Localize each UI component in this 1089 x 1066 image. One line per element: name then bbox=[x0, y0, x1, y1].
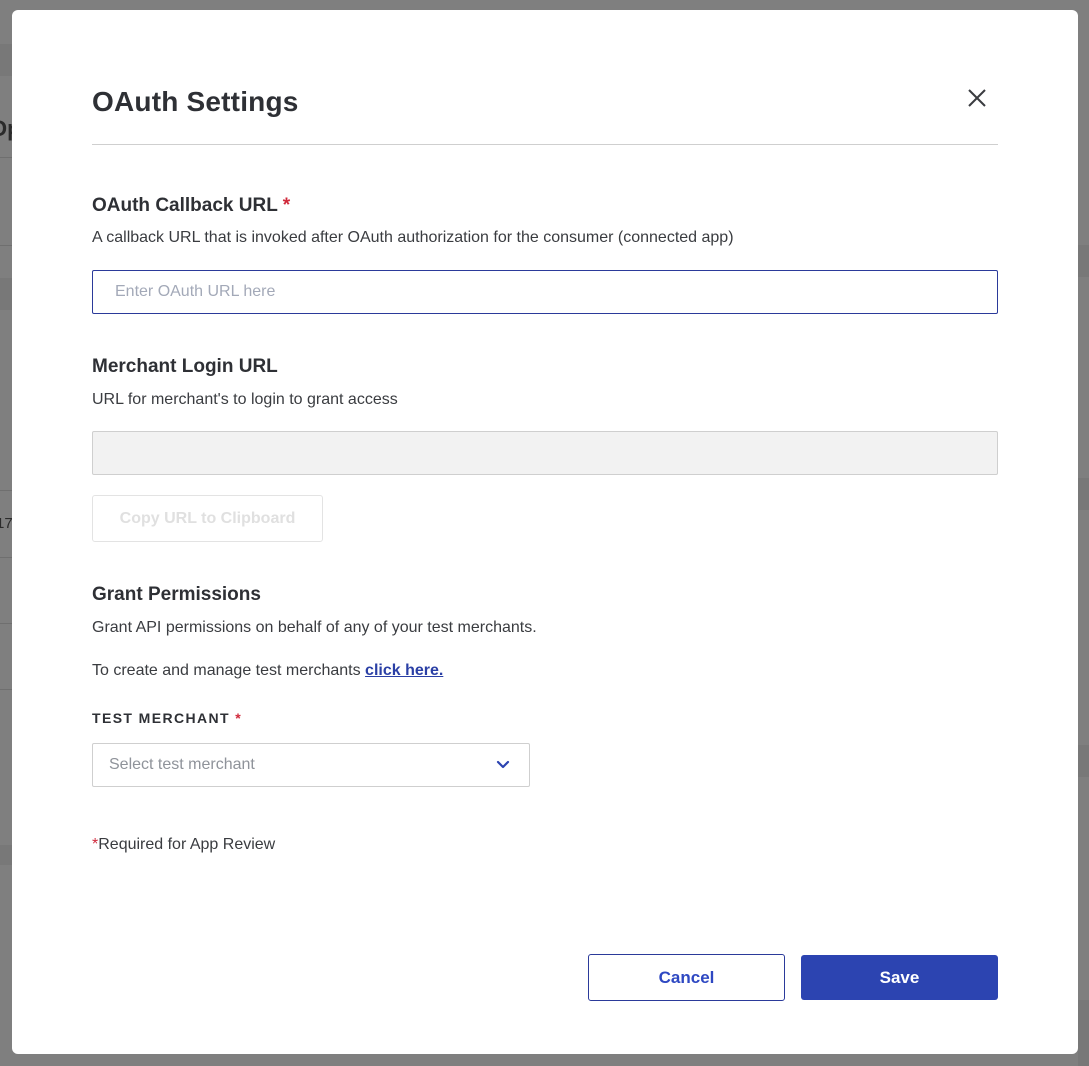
close-icon bbox=[968, 89, 986, 107]
bg-band bbox=[1078, 245, 1089, 277]
bg-divider bbox=[0, 490, 12, 491]
oauth-callback-url-input[interactable] bbox=[92, 270, 998, 314]
manage-test-merchants-link[interactable]: click here. bbox=[365, 662, 443, 679]
required-marker: * bbox=[282, 195, 291, 216]
bg-divider bbox=[0, 245, 12, 246]
bg-band bbox=[0, 278, 12, 310]
merchant-login-url-field bbox=[92, 431, 998, 475]
bg-band bbox=[0, 44, 12, 76]
merchant-login-url-heading: Merchant Login URL bbox=[92, 356, 278, 377]
bg-divider bbox=[0, 157, 12, 158]
select-placeholder: Select test merchant bbox=[109, 756, 255, 773]
bg-band bbox=[0, 845, 12, 865]
callback-url-heading-text: OAuth Callback URL bbox=[92, 195, 278, 216]
bg-divider bbox=[0, 689, 12, 690]
oauth-settings-modal: OAuth Settings OAuth Callback URL * A ca… bbox=[12, 10, 1078, 1054]
bg-divider bbox=[0, 623, 12, 624]
copy-url-button[interactable]: Copy URL to Clipboard bbox=[92, 495, 323, 542]
test-merchant-label-text: TEST MERCHANT bbox=[92, 710, 230, 726]
title-divider bbox=[92, 144, 998, 145]
manage-test-merchants-label: To create and manage test merchants bbox=[92, 662, 366, 679]
callback-url-heading: OAuth Callback URL * bbox=[92, 195, 290, 217]
bg-divider bbox=[0, 557, 12, 558]
required-note: *Required for App Review bbox=[92, 836, 275, 854]
close-button[interactable] bbox=[963, 84, 991, 112]
save-button[interactable]: Save bbox=[801, 955, 998, 1000]
bg-band bbox=[1078, 745, 1089, 777]
merchant-login-url-description: URL for merchant's to login to grant acc… bbox=[92, 391, 398, 408]
bg-band bbox=[1078, 1000, 1089, 1066]
grant-permissions-heading: Grant Permissions bbox=[92, 584, 261, 605]
callback-url-description: A callback URL that is invoked after OAu… bbox=[92, 229, 734, 246]
manage-test-merchants-text: To create and manage test merchants clic… bbox=[92, 662, 443, 680]
bg-partial-cell: 17 bbox=[0, 515, 13, 532]
cancel-button[interactable]: Cancel bbox=[588, 954, 785, 1001]
chevron-down-icon bbox=[496, 760, 510, 769]
required-marker: * bbox=[235, 710, 243, 726]
test-merchant-select[interactable]: Select test merchant bbox=[92, 743, 530, 787]
bg-band bbox=[1078, 478, 1089, 510]
grant-permissions-description: Grant API permissions on behalf of any o… bbox=[92, 619, 537, 636]
test-merchant-label: TEST MERCHANT * bbox=[92, 710, 242, 726]
required-note-text: Required for App Review bbox=[98, 836, 276, 853]
modal-title: OAuth Settings bbox=[92, 86, 299, 117]
